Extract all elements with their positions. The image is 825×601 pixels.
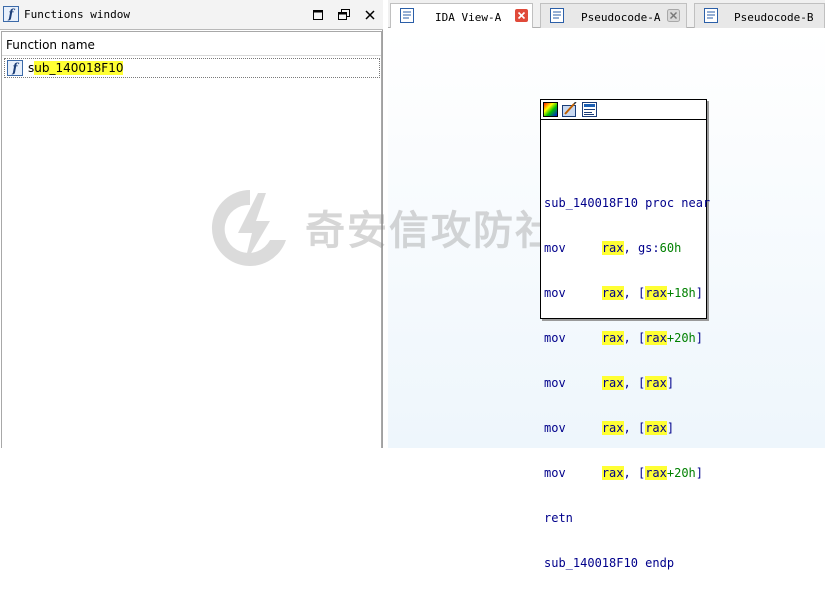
functions-window-titlebar[interactable]: f Functions window xyxy=(0,0,383,30)
graph-node-header xyxy=(541,100,706,120)
tab-label: Pseudocode-A xyxy=(581,11,661,24)
function-icon: f xyxy=(7,60,23,76)
code-line[interactable]: mov rax, [rax] xyxy=(544,376,710,391)
code-line[interactable]: sub_140018F10 proc near xyxy=(544,196,710,211)
disassembly-code: sub_140018F10 proc near mov rax, gs:60h … xyxy=(544,166,710,601)
restore-icon[interactable] xyxy=(337,8,351,22)
code-line[interactable]: retn xyxy=(544,511,710,526)
tab-label: IDA View-A xyxy=(435,11,502,24)
tab-bar: IDA View-A Pseudocode-A Pseudocode-B xyxy=(388,0,825,28)
code-line[interactable]: mov rax, [rax+18h] xyxy=(544,286,710,301)
tab-pseudocode-b[interactable]: Pseudocode-B xyxy=(694,3,825,28)
tab-label: Pseudocode-B xyxy=(734,11,814,24)
code-line[interactable]: sub_140018F10 endp xyxy=(544,556,710,571)
tab-pseudocode-a[interactable]: Pseudocode-A xyxy=(540,3,687,28)
functions-window: f Functions window Function name f sub_1… xyxy=(0,0,383,448)
functions-list: Function name f sub_140018F10 xyxy=(1,31,382,448)
close-tab-icon[interactable] xyxy=(667,9,680,22)
rename-icon[interactable] xyxy=(562,102,577,117)
graph-overview-icon[interactable] xyxy=(582,102,597,117)
function-name: sub_140018F10 xyxy=(28,61,124,75)
code-line[interactable]: mov rax, [rax+20h] xyxy=(544,331,710,346)
ida-view-icon xyxy=(400,8,414,23)
tab-ida-view-a[interactable]: IDA View-A xyxy=(390,3,533,28)
maximize-icon[interactable] xyxy=(311,8,325,22)
code-line[interactable]: mov rax, gs:60h xyxy=(544,241,710,256)
graph-node[interactable]: sub_140018F10 proc near mov rax, gs:60h … xyxy=(540,99,710,570)
close-icon[interactable] xyxy=(363,8,377,22)
code-line[interactable]: mov rax, [rax+20h] xyxy=(544,466,710,481)
functions-window-title: Functions window xyxy=(24,8,130,21)
function-row[interactable]: f sub_140018F10 xyxy=(4,58,380,78)
code-line[interactable]: mov rax, [rax] xyxy=(544,421,710,436)
color-palette-icon[interactable] xyxy=(543,102,558,117)
close-tab-icon[interactable] xyxy=(515,9,528,22)
function-icon: f xyxy=(3,6,19,22)
pseudocode-icon xyxy=(550,8,564,23)
column-header-function-name[interactable]: Function name xyxy=(2,32,381,56)
pseudocode-icon xyxy=(704,8,718,23)
